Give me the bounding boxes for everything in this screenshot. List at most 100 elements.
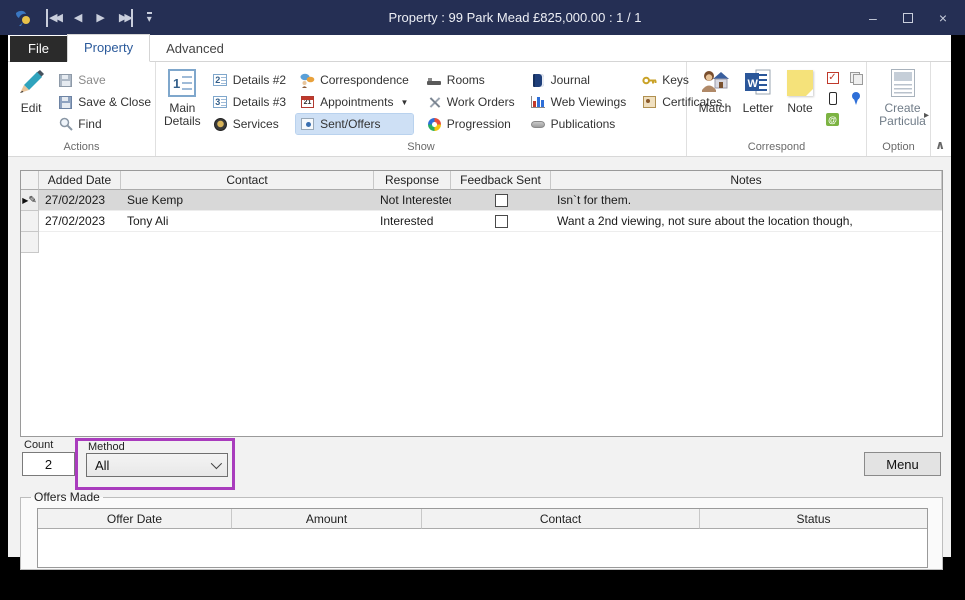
work-orders-button[interactable]: Work Orders <box>423 92 519 112</box>
nav-first-record-button[interactable]: ◀◀ <box>46 9 60 27</box>
keys-label: Keys <box>662 73 689 87</box>
col-header-notes[interactable]: Notes <box>551 171 942 190</box>
row-selector[interactable] <box>21 211 39 232</box>
cell-contact: Tony Ali <box>121 211 374 232</box>
correspondence-icon <box>300 73 315 88</box>
find-button[interactable]: Find <box>54 114 155 134</box>
appointments-button[interactable]: 21 Appointments ▼ <box>296 92 413 112</box>
options-expand-icon[interactable]: ▸ <box>924 110 929 121</box>
note-sticky-icon <box>785 68 815 98</box>
create-particulars-icon <box>888 68 918 98</box>
sent-offers-button[interactable]: Sent/Offers <box>296 114 413 134</box>
row-edit-indicator-icon: ▶✎ <box>21 190 39 211</box>
titlebar-nav: ◀◀ ◀ ▶ ▶▶ ▾ <box>0 9 200 27</box>
note-button[interactable]: Note <box>779 66 821 115</box>
tab-file[interactable]: File <box>10 36 67 62</box>
ribbon-group-actions: Edit Save Save & Close F <box>8 62 156 156</box>
svg-text:1: 1 <box>173 76 180 91</box>
feedback-checkbox[interactable] <box>495 194 508 207</box>
map-pin-icon[interactable] <box>848 91 863 106</box>
main-details-button[interactable]: 1 Main Details <box>164 66 201 128</box>
cell-notes: Isn`t for them. <box>551 190 942 211</box>
details-3-icon: 3 <box>213 95 228 110</box>
details-2-label: Details #2 <box>233 73 286 87</box>
progression-button[interactable]: Progression <box>423 114 519 134</box>
find-label: Find <box>78 117 101 131</box>
method-selected-value: All <box>95 458 109 473</box>
new-row-selector[interactable] <box>21 232 39 253</box>
options-group-label: Option <box>867 141 930 153</box>
chevron-down-icon <box>211 458 222 469</box>
sent-offers-icon <box>300 117 315 132</box>
col-header-feedback-sent[interactable]: Feedback Sent <box>451 171 551 190</box>
rooms-bed-icon <box>427 73 442 88</box>
correspondence-button[interactable]: Correspondence <box>296 70 413 90</box>
save-button[interactable]: Save <box>54 70 155 90</box>
method-dropdown[interactable]: All <box>86 453 228 477</box>
edit-label: Edit <box>21 102 42 115</box>
find-magnifier-icon <box>58 117 73 132</box>
sent-offers-label: Sent/Offers <box>320 117 380 131</box>
nav-last-record-button[interactable]: ▶▶ <box>119 9 133 27</box>
publications-label: Publications <box>551 117 616 131</box>
services-button[interactable]: Services <box>209 114 290 134</box>
menu-button[interactable]: Menu <box>864 452 941 476</box>
publications-button[interactable]: Publications <box>527 114 631 134</box>
web-viewings-chart-icon <box>531 95 546 110</box>
main-details-icon: 1 <box>167 68 197 98</box>
col-header-amount[interactable]: Amount <box>232 509 422 529</box>
col-header-status[interactable]: Status <box>700 509 927 529</box>
copy-documents-icon[interactable] <box>848 70 863 85</box>
letter-label: Letter <box>743 102 774 115</box>
actions-group-label: Actions <box>8 141 155 153</box>
cell-added-date: 27/02/2023 <box>39 190 121 211</box>
col-header-added-date[interactable]: Added Date <box>39 171 121 190</box>
keys-icon <box>642 73 657 88</box>
close-button[interactable]: × <box>939 10 947 26</box>
tab-property[interactable]: Property <box>67 34 150 62</box>
letter-button[interactable]: W Letter <box>737 66 779 115</box>
rooms-button[interactable]: Rooms <box>423 70 519 90</box>
save-and-close-button[interactable]: Save & Close <box>54 92 155 112</box>
create-particulars-button[interactable]: Create Particula <box>875 66 930 128</box>
count-value: 2 <box>22 452 75 476</box>
details-3-label: Details #3 <box>233 95 286 109</box>
progression-icon <box>427 117 442 132</box>
cell-notes: Want a 2nd viewing, not sure about the l… <box>551 211 942 232</box>
col-header-contact[interactable]: Contact <box>121 171 374 190</box>
col-header-offer-date[interactable]: Offer Date <box>38 509 232 529</box>
edit-button[interactable]: Edit <box>14 66 48 115</box>
mailshot-checkbox-icon[interactable]: ✓ <box>825 70 840 85</box>
journal-button[interactable]: Journal <box>527 70 631 90</box>
offers-table: Offer Date Amount Contact Status <box>37 508 928 568</box>
sms-phone-icon[interactable] <box>825 91 840 106</box>
ribbon-collapse-button[interactable]: ∧ <box>935 138 945 152</box>
minimize-button[interactable]: – <box>869 10 877 26</box>
details-2-button[interactable]: 2 Details #2 <box>209 70 290 90</box>
save-and-close-label: Save & Close <box>78 95 151 109</box>
appointments-calendar-icon: 21 <box>300 95 315 110</box>
match-button[interactable]: Match <box>693 66 737 115</box>
offers-made-section: Offers Made Offer Date Amount Contact St… <box>20 490 943 570</box>
cell-contact: Sue Kemp <box>121 190 374 211</box>
email-icon[interactable]: @ <box>825 112 840 127</box>
match-icon <box>700 68 730 98</box>
col-header-response[interactable]: Response <box>374 171 451 190</box>
work-orders-tools-icon <box>427 95 442 110</box>
journal-label: Journal <box>551 73 590 87</box>
method-label: Method <box>88 441 125 453</box>
window-body: File Property Advanced Edit <box>8 35 951 557</box>
svg-text:W: W <box>748 78 759 90</box>
note-label: Note <box>787 102 812 115</box>
nav-next-record-button[interactable]: ▶ <box>96 9 104 27</box>
quick-access-menu-icon[interactable]: ▾ <box>147 12 152 24</box>
web-viewings-button[interactable]: Web Viewings <box>527 92 631 112</box>
details-3-button[interactable]: 3 Details #3 <box>209 92 290 112</box>
maximize-button[interactable] <box>903 13 913 23</box>
web-viewings-label: Web Viewings <box>551 95 627 109</box>
col-header-offer-contact[interactable]: Contact <box>422 509 700 529</box>
tab-advanced[interactable]: Advanced <box>150 36 240 62</box>
nav-previous-record-button[interactable]: ◀ <box>74 9 82 27</box>
count-label: Count <box>24 439 53 451</box>
feedback-checkbox[interactable] <box>495 215 508 228</box>
